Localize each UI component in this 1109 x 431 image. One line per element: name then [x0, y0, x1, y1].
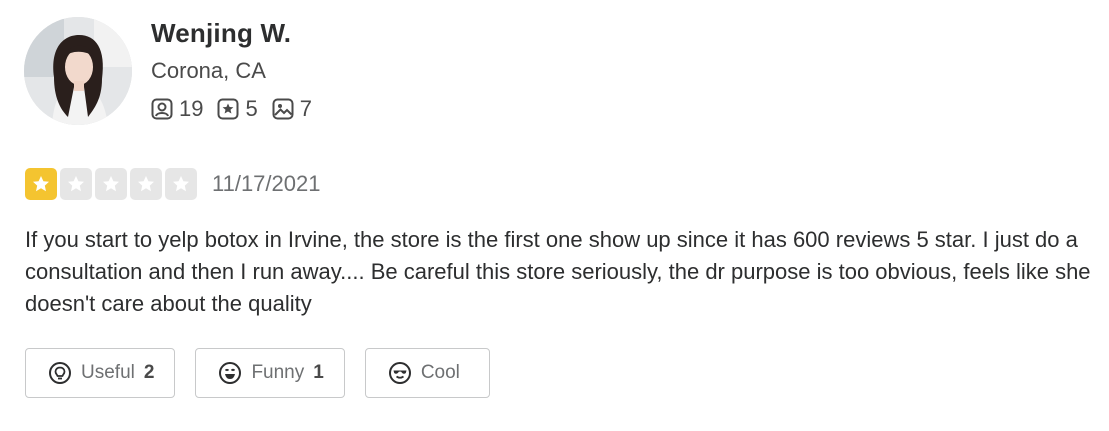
laughing-face-icon — [219, 362, 242, 384]
review-star-icon — [217, 98, 239, 120]
useful-count: 2 — [143, 362, 155, 383]
useful-button[interactable]: Useful 2 — [25, 348, 176, 398]
friends-count: 19 — [179, 96, 204, 121]
star-empty-icon — [60, 168, 92, 200]
funny-count: 1 — [313, 362, 324, 383]
reviews-stat: 5 — [217, 96, 258, 122]
user-stats: 19 5 7 — [151, 96, 312, 122]
user-avatar[interactable] — [24, 17, 132, 125]
star-rating — [25, 168, 197, 200]
cool-label: Cool — [420, 362, 460, 383]
friends-stat: 19 — [151, 96, 203, 122]
review-date: 11/17/2021 — [212, 171, 321, 196]
review-text: If you start to yelp botox in Irvine, th… — [25, 227, 1091, 316]
reaction-buttons: Useful 2 Funny 1 Cool — [25, 348, 490, 398]
photos-count: 7 — [299, 96, 312, 121]
star-empty-icon — [130, 168, 162, 200]
funny-label: Funny — [251, 362, 305, 383]
review-card: Wenjing W. Corona, CA 19 5 7 11/17/2021 … — [0, 0, 1109, 431]
reviews-count: 5 — [245, 96, 258, 121]
lightbulb-icon — [49, 362, 71, 384]
user-location: Corona, CA — [151, 58, 266, 83]
user-name[interactable]: Wenjing W. — [151, 18, 291, 49]
rating-row: 11/17/2021 — [25, 168, 320, 200]
funny-button[interactable]: Funny 1 — [195, 348, 345, 398]
sunglasses-face-icon — [388, 362, 411, 384]
friends-icon — [151, 98, 173, 120]
cool-button[interactable]: Cool — [364, 348, 490, 398]
star-filled-icon — [25, 168, 57, 200]
star-empty-icon — [165, 168, 197, 200]
user-photo — [24, 17, 132, 125]
photo-icon — [272, 98, 294, 120]
star-empty-icon — [95, 168, 127, 200]
useful-label: Useful — [81, 362, 135, 383]
photos-stat: 7 — [272, 96, 312, 122]
